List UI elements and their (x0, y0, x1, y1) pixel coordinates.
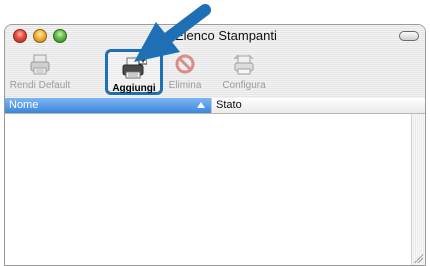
add-printer-icon (122, 56, 147, 79)
printer-icon (30, 54, 50, 75)
make-default-label: Rendi Default (9, 80, 71, 91)
configure-printer-label: Configura (222, 80, 266, 91)
configure-printer-button[interactable]: Configura (211, 49, 277, 95)
delete-printer-button[interactable]: Elimina (157, 49, 213, 95)
make-default-button[interactable]: Rendi Default (7, 49, 73, 95)
window-titlebar[interactable]: Elenco Stampanti (5, 25, 425, 48)
add-printer-label: Aggiungi (112, 83, 156, 94)
column-header-nome-label: Nome (9, 99, 39, 111)
toolbar-toggle-button[interactable] (399, 31, 419, 41)
minimize-window-button[interactable] (33, 29, 47, 43)
list-header: Nome Stato (5, 98, 425, 114)
add-printer-button[interactable]: Aggiungi (105, 49, 163, 95)
configure-printer-icon (233, 54, 254, 75)
column-header-stato-label: Stato (216, 99, 242, 111)
close-window-button[interactable] (13, 29, 27, 43)
column-header-nome[interactable]: Nome (5, 98, 211, 113)
vertical-scrollbar[interactable] (411, 114, 425, 265)
column-header-stato[interactable]: Stato (211, 98, 425, 113)
sort-ascending-icon (197, 102, 205, 108)
zoom-window-button[interactable] (53, 29, 67, 43)
printer-list[interactable] (5, 114, 411, 265)
window-title: Elenco Stampanti (175, 28, 277, 43)
delete-icon (175, 54, 195, 74)
delete-printer-label: Elimina (168, 80, 202, 91)
toolbar: Rendi Default Aggiungi Elimina Configura (5, 47, 425, 99)
resize-grip-icon[interactable] (413, 253, 423, 263)
printer-list-window: Elenco Stampanti Rendi Default Aggiungi … (4, 24, 426, 266)
